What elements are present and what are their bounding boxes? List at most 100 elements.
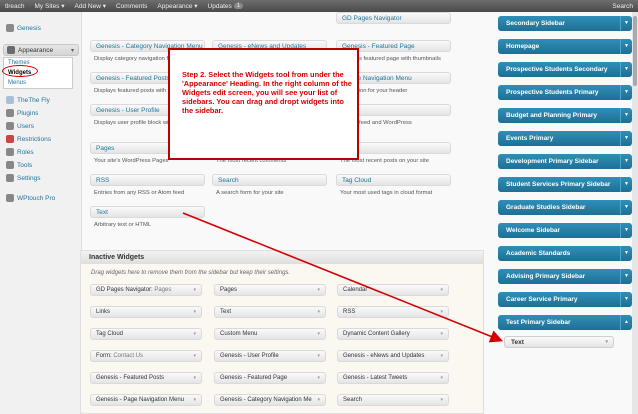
inactive-widget[interactable]: Pages ▾ (214, 284, 326, 296)
sidebar-events-primary[interactable]: Events Primary ▼ (498, 131, 632, 146)
chevron-down-icon[interactable]: ▼ (620, 154, 632, 169)
widget-title: Pages (220, 287, 238, 293)
callout-text: Step 2. Select the Widgets tool from und… (182, 70, 352, 115)
chevron-down-icon: ▾ (193, 309, 196, 315)
widget-subtitle: Contact Us (113, 353, 144, 359)
chevron-down-icon[interactable]: ▼ (620, 39, 632, 54)
menu-item-restrictions[interactable]: Restrictions (3, 133, 79, 145)
widget-rss[interactable]: RSS Entries from any RSS or Atom feed (90, 174, 205, 196)
inactive-widgets-panel: Inactive Widgets Drag widgets here to re… (80, 250, 484, 414)
widget-gd-pages-navigator[interactable]: GD Pages Navigator (336, 12, 451, 24)
inactive-widget[interactable]: Form: Contact Us ▾ (90, 350, 202, 362)
widget-title: Text (511, 339, 524, 346)
inactive-widget[interactable]: Genesis - Featured Page ▾ (214, 372, 326, 384)
updates-link[interactable]: Updates 1 (203, 0, 249, 12)
chevron-down-icon: ▾ (317, 375, 320, 381)
widget-title: Tag Cloud (96, 331, 124, 337)
inactive-widget[interactable]: Genesis - eNews and Updates ▾ (337, 350, 449, 362)
sidebar-label: Homepage (506, 43, 540, 50)
sidebar-welcome[interactable]: Welcome Sidebar ▼ (498, 223, 632, 238)
inactive-widget[interactable]: Genesis - Page Navigation Menu ▾ (90, 394, 202, 406)
inactive-widget[interactable]: Genesis - Latest Tweets ▾ (337, 372, 449, 384)
menu-item-wptouch-pro[interactable]: WPtouch Pro (3, 192, 79, 204)
submenu-item-menus[interactable]: Menus (4, 78, 72, 88)
chevron-up-icon[interactable]: ▲ (620, 315, 632, 330)
widget-search[interactable]: Search A search form for your site (212, 174, 327, 196)
widget-title: Text (90, 206, 205, 218)
admin-bar: tlreach My Sites ▾ Add New ▾ Comments Ap… (0, 0, 638, 12)
chevron-down-icon[interactable]: ▼ (620, 223, 632, 238)
widget-title: Text (220, 309, 232, 315)
chevron-down-icon: ▾ (193, 375, 196, 381)
chevron-down-icon[interactable]: ▼ (620, 108, 632, 123)
chevron-down-icon[interactable]: ▼ (620, 200, 632, 215)
appearance-label: Appearance (157, 2, 193, 10)
widget-title: RSS (90, 174, 205, 186)
menu-item-genesis[interactable]: Genesis (3, 22, 79, 34)
menu-item-tools[interactable]: Tools (3, 159, 79, 171)
chevron-down-icon[interactable]: ▼ (620, 62, 632, 77)
my-sites-menu[interactable]: My Sites ▾ (30, 0, 70, 12)
sidebar-development-primary[interactable]: Development Primary Sidebar ▼ (498, 154, 632, 169)
admin-search-button[interactable]: Search (607, 0, 638, 12)
chevron-down-icon[interactable]: ▼ (620, 246, 632, 261)
sidebar-prospective-secondary[interactable]: Prospective Students Secondary ▼ (498, 62, 632, 77)
chevron-down-icon[interactable]: ▼ (620, 269, 632, 284)
inactive-widget[interactable]: Custom Menu ▾ (214, 328, 326, 340)
add-new-menu[interactable]: Add New ▾ (70, 0, 111, 12)
page-scrollbar[interactable] (632, 12, 638, 414)
menu-item-settings[interactable]: Settings (3, 172, 79, 184)
chevron-down-icon[interactable]: ▼ (620, 292, 632, 307)
inactive-widget[interactable]: Links ▾ (90, 306, 202, 318)
chevron-down-icon[interactable]: ▼ (620, 131, 632, 146)
sidebar-prospective-primary[interactable]: Prospective Students Primary ▼ (498, 85, 632, 100)
widget-title: GD Pages Navigator: (96, 287, 153, 293)
admin-menu: Genesis Appearance ▾ Themes Widgets Menus… (0, 12, 82, 414)
inactive-widget[interactable]: Dynamic Content Gallery ▾ (337, 328, 449, 340)
sidebar-label: Career Service Primary (506, 296, 578, 303)
sidebar-label: Secondary Sidebar (506, 20, 565, 27)
sidebar-advising-primary[interactable]: Advising Primary Sidebar ▼ (498, 269, 632, 284)
sidebar-academic-standards[interactable]: Academic Standards ▼ (498, 246, 632, 261)
chevron-down-icon[interactable]: ▼ (620, 177, 632, 192)
site-name-link[interactable]: tlreach (0, 0, 30, 12)
menu-item-roles[interactable]: Roles (3, 146, 79, 158)
widget-title: Calendar (343, 287, 368, 293)
comments-link[interactable]: Comments (111, 0, 152, 12)
inactive-widget[interactable]: Genesis - Category Navigation Me ▾ (214, 394, 326, 406)
sidebar-career-service[interactable]: Career Service Primary ▼ (498, 292, 632, 307)
sidebar-graduate-studies[interactable]: Graduate Studies Sidebar ▼ (498, 200, 632, 215)
inactive-widget[interactable]: GD Pages Navigator: Pages ▾ (90, 284, 202, 296)
sidebar-homepage[interactable]: Homepage ▼ (498, 39, 632, 54)
sidebar-label: Test Primary Sidebar (506, 319, 571, 326)
settings-icon (6, 174, 14, 182)
sidebar-test-primary[interactable]: Test Primary Sidebar ▲ (498, 315, 632, 330)
chevron-down-icon: ▾ (605, 339, 608, 345)
sidebar-budget-planning[interactable]: Budget and Planning Primary ▼ (498, 108, 632, 123)
inactive-widgets-title[interactable]: Inactive Widgets (81, 251, 483, 264)
inactive-widget[interactable]: Genesis - User Profile ▾ (214, 350, 326, 362)
menu-item-thethe-fly[interactable]: TheThe Fly (3, 94, 79, 106)
sidebar-secondary[interactable]: Secondary Sidebar ▼ (498, 16, 632, 31)
chevron-down-icon: ▾ (193, 331, 196, 337)
menu-item-appearance[interactable]: Appearance ▾ (3, 44, 79, 56)
scrollbar-thumb[interactable] (633, 16, 637, 86)
sidebar-label: Academic Standards (506, 250, 571, 257)
menu-item-users[interactable]: Users (3, 120, 79, 132)
sidebar-student-services[interactable]: Student Services Primary Sidebar ▼ (498, 177, 632, 192)
menu-item-label: Tools (17, 161, 33, 169)
widget-tag-cloud[interactable]: Tag Cloud Your most used tags in cloud fo… (336, 174, 451, 196)
inactive-widget[interactable]: Calendar ▾ (337, 284, 449, 296)
inactive-widget[interactable]: Tag Cloud ▾ (90, 328, 202, 340)
chevron-down-icon[interactable]: ▼ (620, 16, 632, 31)
inactive-widget[interactable]: Search ▾ (337, 394, 449, 406)
chevron-down-icon[interactable]: ▼ (620, 85, 632, 100)
appearance-menu[interactable]: Appearance ▾ (152, 0, 202, 12)
inactive-widget[interactable]: Genesis - Featured Posts ▾ (90, 372, 202, 384)
chevron-down-icon: ▾ (317, 331, 320, 337)
sidebar-widget-text[interactable]: Text ▾ (504, 336, 614, 348)
widget-text[interactable]: Text Arbitrary text or HTML (90, 206, 205, 228)
inactive-widget[interactable]: Text ▾ (214, 306, 326, 318)
inactive-widget[interactable]: RSS ▾ (337, 306, 449, 318)
menu-item-plugins[interactable]: Plugins (3, 107, 79, 119)
